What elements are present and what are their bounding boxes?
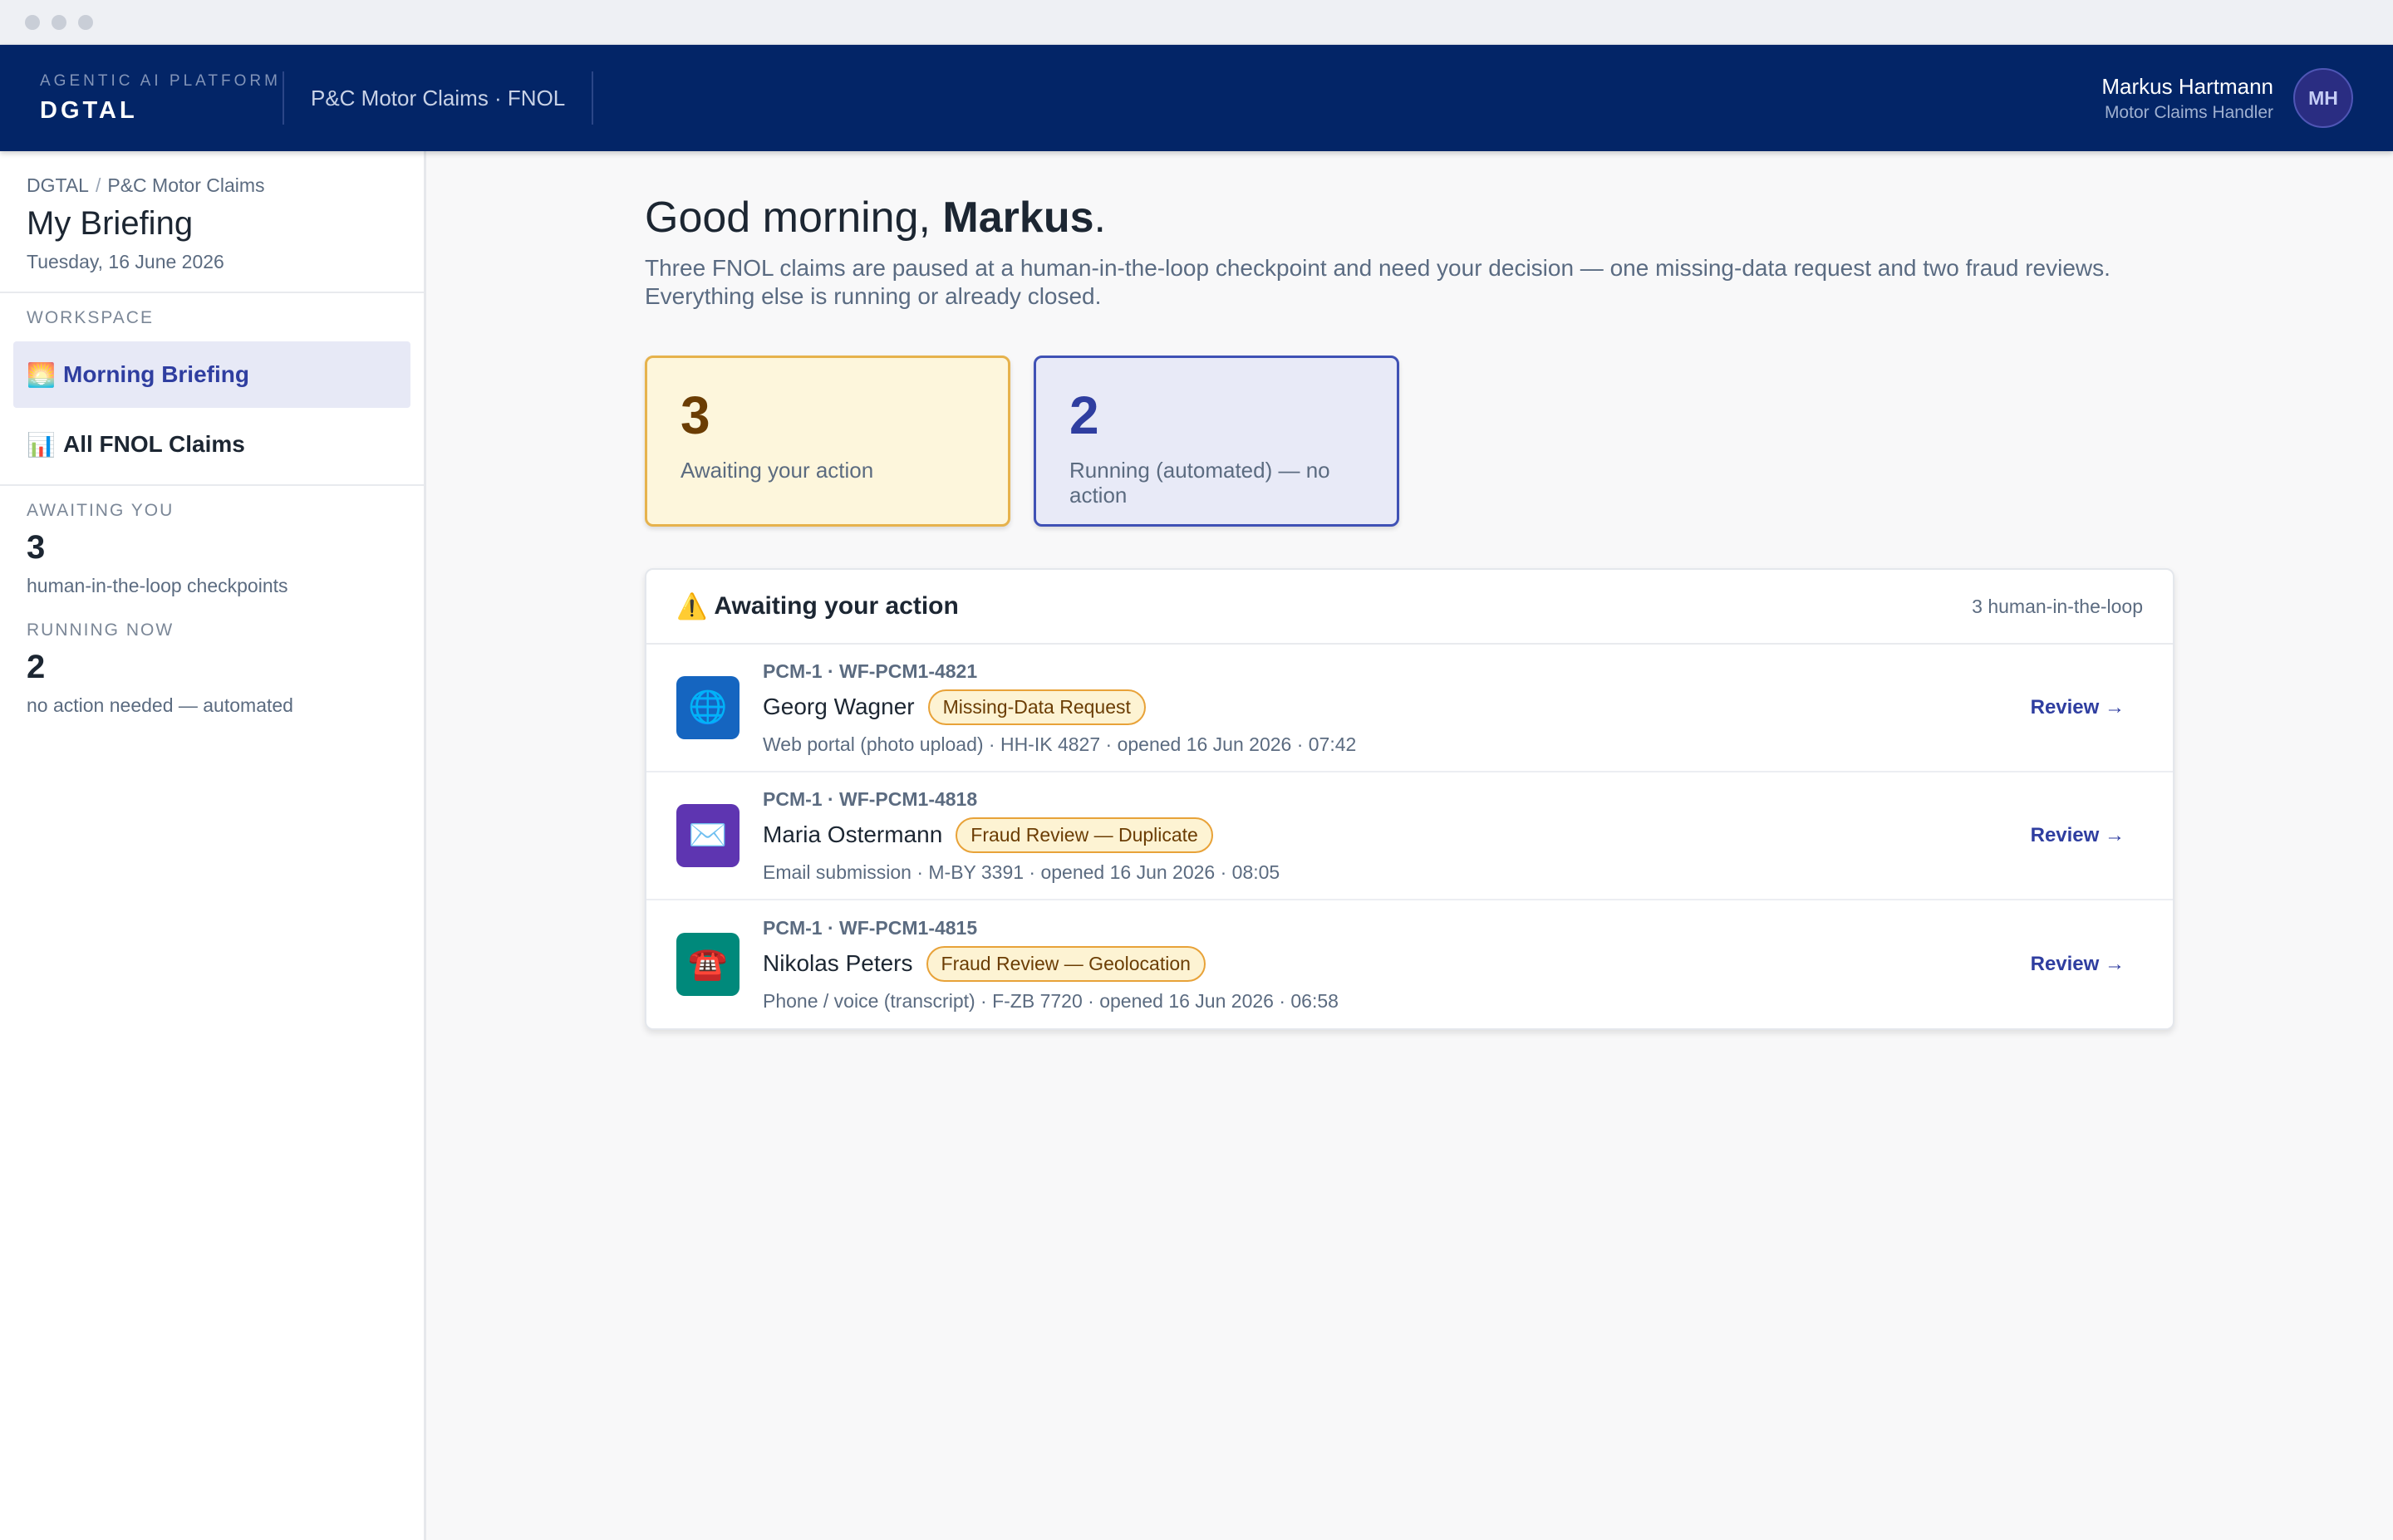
brand-kicker: AGENTIC AI PLATFORM [40,71,281,90]
sidebar-nav: 🌅 Morning Briefing 📊 All FNOL Claims [13,341,410,478]
card-label: Running (automated) — no action [1069,458,1330,508]
awaiting-label: AWAITING YOU [27,501,174,520]
claim-meta: Email submission · M-BY 3391 · opened 16… [763,861,1280,883]
sunrise-icon: 🌅 [27,361,56,388]
avatar[interactable]: MH [2293,68,2353,128]
header-divider [592,71,594,125]
breadcrumb-item-dgtal[interactable]: DGTAL [27,174,89,196]
greeting: Good morning, Markus. [645,193,2174,243]
panel-title: ⚠️ Awaiting your action [676,592,959,621]
claim-meta: Web portal (photo upload) · HH-IK 4827 ·… [763,733,1357,755]
claim-details: PCM-1 · WF-PCM1-4818 Maria Ostermann Fra… [763,788,2031,884]
telephone-icon: ☎️ [676,933,740,996]
summary-cards: 3 Awaiting your action 2 Running (automa… [645,356,2174,527]
panel-header: ⚠️ Awaiting your action 3 human-in-the-l… [646,570,2173,645]
running-label: RUNNING NOW [27,620,174,640]
status-badge: Missing-Data Request [927,689,1146,725]
warning-icon: ⚠️ [676,592,708,620]
claimant-name: Nikolas Peters [763,950,913,976]
claim-details: PCM-1 · WF-PCM1-4815 Nikolas Peters Frau… [763,917,2031,1013]
claim-main-line: Nikolas Peters Fraud Review — Geolocatio… [763,945,2031,982]
sidebar-header: DGTAL / P&C Motor Claims My Briefing Tuesd… [0,151,424,293]
awaiting-action-card[interactable]: 3 Awaiting your action [645,356,1010,527]
app-layout: DGTAL / P&C Motor Claims My Briefing Tuesd… [0,151,2393,1540]
window-dot-minimize[interactable] [52,14,66,30]
claimant-name: Georg Wagner [763,694,915,719]
greeting-prefix: Good morning, [645,194,943,242]
sidebar-item-label: All FNOL Claims [63,431,245,457]
running-stat: RUNNING NOW 2 no action needed — automat… [0,597,424,717]
panel-count: 3 human-in-the-loop [1972,595,2143,617]
window-dot-maximize[interactable] [78,14,93,30]
review-button[interactable]: Review → [2031,696,2125,719]
user-name: Markus Hartmann [2101,73,2273,99]
claim-meta: Phone / voice (transcript) · F-ZB 7720 ·… [763,989,1339,1012]
card-value: 3 [681,385,710,445]
awaiting-action-panel: ⚠️ Awaiting your action 3 human-in-the-l… [645,568,2174,1030]
sidebar: DGTAL / P&C Motor Claims My Briefing Tuesd… [0,151,426,1540]
workspace-section: WORKSPACE 🌅 Morning Briefing 📊 All FNOL … [0,293,424,486]
claimant-name: Maria Ostermann [763,821,943,847]
breadcrumb-item-motor-claims[interactable]: P&C Motor Claims [107,174,264,196]
page-date: Tuesday, 16 June 2026 [27,251,224,272]
envelope-icon: ✉️ [676,804,740,867]
panel-title-text: Awaiting your action [714,592,959,620]
top-bar: AGENTIC AI PLATFORM DGTAL P&C Motor Clai… [0,45,2393,151]
card-label: Awaiting your action [681,458,874,483]
running-automated-card[interactable]: 2 Running (automated) — no action [1034,356,1399,527]
running-desc: no action needed — automated [27,694,293,716]
sidebar-item-all-fnol-claims[interactable]: 📊 All FNOL Claims [13,411,410,478]
status-badge: Fraud Review — Geolocation [926,945,1206,982]
status-badge: Fraud Review — Duplicate [956,817,1213,853]
review-button[interactable]: Review → [2031,953,2125,976]
bar-chart-icon: 📊 [27,431,56,458]
greeting-name: Markus [942,194,1094,242]
brand[interactable]: AGENTIC AI PLATFORM DGTAL [40,72,283,125]
claim-row[interactable]: 🌐 PCM-1 · WF-PCM1-4821 Georg Wagner Miss… [646,645,2173,772]
claim-main-line: Maria Ostermann Fraud Review — Duplicate [763,817,2031,853]
claim-row[interactable]: ☎️ PCM-1 · WF-PCM1-4815 Nikolas Peters F… [646,900,2173,1028]
claim-id: PCM-1 · WF-PCM1-4821 [763,660,978,682]
main-content: Good morning, Markus. Three FNOL claims … [426,151,2393,1540]
product-name: P&C Motor Claims · FNOL [311,85,566,110]
running-count: 2 [27,649,46,685]
claim-id: PCM-1 · WF-PCM1-4815 [763,916,978,939]
claim-row[interactable]: ✉️ PCM-1 · WF-PCM1-4818 Maria Ostermann … [646,772,2173,900]
brand-name: DGTAL [40,96,138,124]
breadcrumb: DGTAL / P&C Motor Claims [27,174,397,197]
window-chrome [0,0,2393,45]
user-menu[interactable]: Markus Hartmann Motor Claims Handler MH [2101,68,2353,128]
breadcrumb-separator: / [95,174,101,196]
greeting-suffix: . [1093,194,1106,242]
globe-icon: 🌐 [676,676,740,739]
claim-details: PCM-1 · WF-PCM1-4821 Georg Wagner Missin… [763,660,2031,756]
sidebar-item-morning-briefing[interactable]: 🌅 Morning Briefing [13,341,410,408]
briefing-intro: Three FNOL claims are paused at a human-… [645,255,2110,309]
card-value: 2 [1069,385,1099,445]
page-title: My Briefing [27,205,194,242]
awaiting-stat: AWAITING YOU 3 human-in-the-loop checkpo… [0,486,424,597]
sidebar-item-label: Morning Briefing [63,361,249,387]
claim-main-line: Georg Wagner Missing-Data Request [763,689,2031,725]
awaiting-count: 3 [27,529,46,566]
window-dot-close[interactable] [25,14,40,30]
user-info: Markus Hartmann Motor Claims Handler [2101,74,2273,123]
user-role: Motor Claims Handler [2104,102,2273,122]
review-button[interactable]: Review → [2031,824,2125,847]
awaiting-desc: human-in-the-loop checkpoints [27,575,288,596]
workspace-label: WORKSPACE [27,308,154,327]
claim-id: PCM-1 · WF-PCM1-4818 [763,787,978,810]
